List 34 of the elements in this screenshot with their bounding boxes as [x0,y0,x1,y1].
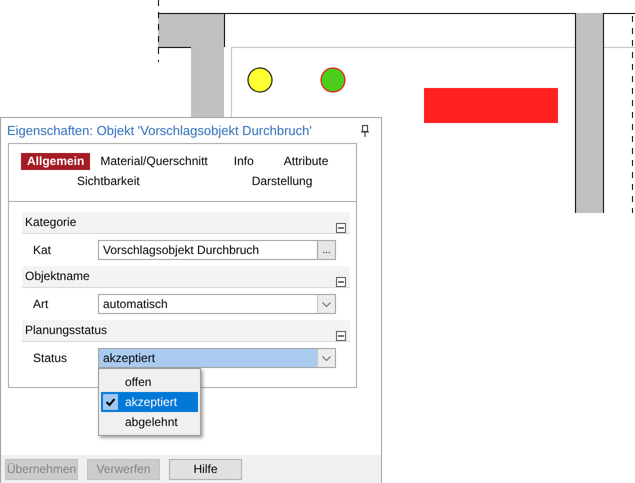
collapse-icon[interactable] [336,331,346,341]
collapse-icon[interactable] [336,223,346,233]
section-title: Kategorie [25,215,76,230]
dropdown-field[interactable]: automatisch [98,294,336,314]
dropdown-option[interactable]: offen [101,372,198,392]
field-label: Kat [32,243,52,257]
pin-icon[interactable] [361,124,369,136]
section-title: Planungsstatus [25,323,108,338]
section-header[interactable]: Kategorie [22,212,350,234]
panel-title: Eigenschaften: Objekt 'Vorschlagsobjekt Durchbruch' [7,123,312,138]
dropdown-option[interactable]: abgelehnt [101,412,198,432]
section-header[interactable]: Planungsstatus [22,320,350,342]
tab[interactable]: Attribute [278,152,334,170]
field-label: Status [32,351,68,365]
chevron-icon [322,356,331,360]
tab[interactable]: Material/Querschnitt [94,152,214,170]
field-label: Art [32,297,50,311]
dashed-line [158,0,159,62]
checkmark-icon [103,394,118,410]
tab[interactable]: Darstellung [246,172,318,190]
wall-line [158,47,192,48]
browse-button[interactable]: ... [318,240,336,260]
dropdown-option[interactable]: akzeptiert [101,392,198,412]
chevron-icon [322,302,331,306]
section-header[interactable]: Objektname [22,266,350,288]
footer-button[interactable]: Hilfe [169,458,242,480]
tab[interactable]: Info [228,152,260,170]
text-field[interactable]: Vorschlagsobjekt Durchbruch [98,240,318,260]
dropdown-field[interactable]: akzeptiert [98,348,336,368]
section-title: Objektname [25,269,90,284]
tab[interactable]: Allgemein [21,152,90,170]
tab[interactable]: Sichtbarkeit [71,172,146,190]
grid-line [604,47,635,48]
collapse-icon[interactable] [336,277,346,287]
